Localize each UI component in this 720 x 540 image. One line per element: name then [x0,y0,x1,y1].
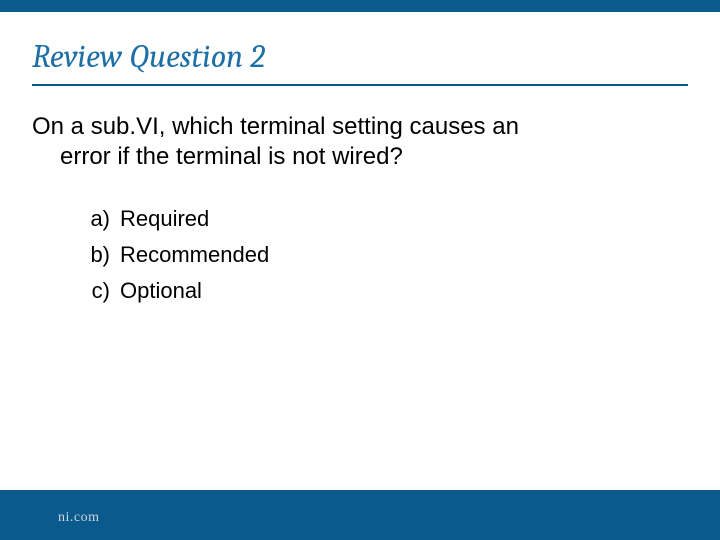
title-underline [32,84,688,86]
question-line-2: error if the terminal is not wired? [32,142,672,172]
option-letter: b) [82,242,116,268]
slide-title: Review Question 2 [32,38,265,75]
question-line-1: On a sub.VI, which terminal setting caus… [32,112,672,142]
option-letter: c) [82,278,116,304]
option-text: Optional [116,278,202,304]
top-accent-bar [0,0,720,12]
question-text: On a sub.VI, which terminal setting caus… [32,112,672,172]
option-text: Required [116,206,209,232]
footer-brand: ni.com [58,510,100,526]
slide: Review Question 2 On a sub.VI, which ter… [0,0,720,540]
option-b: b) Recommended [82,242,269,268]
answer-options: a) Required b) Recommended c) Optional [82,206,269,314]
footer-bar: ni.com [0,490,720,540]
option-letter: a) [82,206,116,232]
option-text: Recommended [116,242,269,268]
option-a: a) Required [82,206,269,232]
option-c: c) Optional [82,278,269,304]
